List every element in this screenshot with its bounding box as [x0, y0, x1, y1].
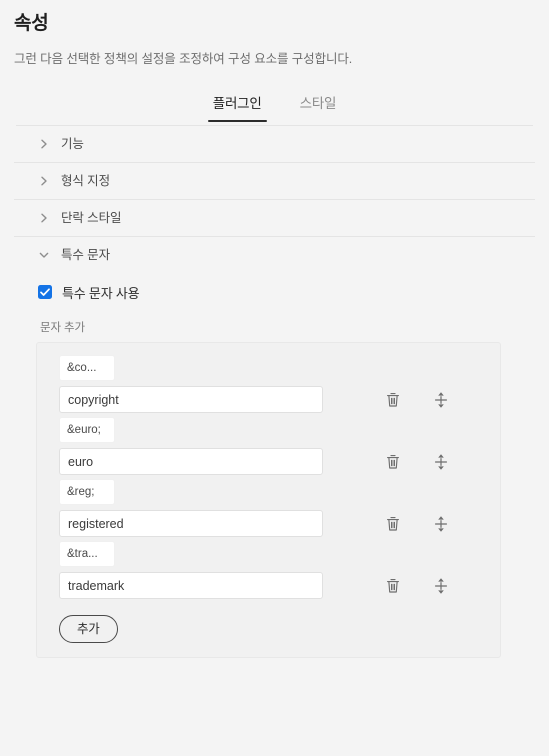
page-title: 속성 [14, 13, 49, 34]
properties-panel: 속성 그런 다음 선택한 정책의 설정을 조정하여 구성 요소를 구성합니다. … [0, 0, 549, 756]
drag-vertical-icon[interactable] [432, 576, 450, 596]
accordion-header-special-characters[interactable]: 특수 문자 [14, 237, 535, 273]
trash-icon[interactable] [384, 576, 402, 596]
drag-vertical-icon[interactable] [432, 390, 450, 410]
use-special-characters-label: 특수 문자 사용 [62, 285, 140, 301]
chevron-down-icon [38, 249, 50, 261]
character-name-input[interactable] [59, 386, 323, 413]
character-row [37, 479, 500, 541]
page-description: 그런 다음 선택한 정책의 설정을 조정하여 구성 요소를 구성합니다. [14, 52, 353, 66]
row-actions [384, 390, 450, 410]
entity-input[interactable] [59, 417, 115, 443]
checkbox-checked-icon[interactable] [38, 285, 52, 299]
special-characters-body: 특수 문자 사용 문자 추가 &co... copyright &euro; e… [14, 277, 535, 658]
tab-plugin-label: 플러그인 [212, 96, 262, 111]
chevron-right-icon [38, 212, 50, 224]
tab-divider [16, 125, 533, 126]
drag-vertical-icon[interactable] [432, 514, 450, 534]
accordion-item-special-characters: 특수 문자 특수 문자 사용 문자 추가 &co... copyright &e… [14, 237, 535, 658]
accordion-item-formatting: 형식 지정 [14, 163, 535, 200]
character-name-input[interactable] [59, 572, 323, 599]
character-row [37, 541, 500, 603]
row-actions [384, 576, 450, 596]
accordion-item-paragraph-style: 단락 스타일 [14, 200, 535, 237]
tab-style-label: 스타일 [299, 96, 337, 111]
entity-input[interactable] [59, 355, 115, 381]
tab-list: 플러그인 스타일 [14, 92, 535, 124]
accordion-label-formatting: 형식 지정 [61, 174, 110, 188]
tab-plugin[interactable]: 플러그인 [207, 92, 267, 122]
character-row [37, 417, 500, 479]
trash-icon[interactable] [384, 390, 402, 410]
entity-input[interactable] [59, 479, 115, 505]
accordion-label-special-characters: 특수 문자 [61, 248, 110, 262]
chevron-right-icon [38, 138, 50, 150]
character-name-row [59, 510, 500, 537]
use-special-characters-checkbox-row[interactable]: 특수 문자 사용 [14, 277, 535, 307]
character-row [37, 355, 500, 417]
character-name-input[interactable] [59, 448, 323, 475]
accordion-header-paragraph-style[interactable]: 단락 스타일 [14, 200, 535, 236]
drag-vertical-icon[interactable] [432, 452, 450, 472]
character-name-row [59, 386, 500, 413]
accordion: 기능 형식 지정 단락 스타일 특수 문자 특수 문자 사용 문자 추가 &co… [14, 126, 535, 658]
chevron-right-icon [38, 175, 50, 187]
add-character-button[interactable]: 추가 [59, 615, 118, 643]
row-actions [384, 514, 450, 534]
entity-input[interactable] [59, 541, 115, 567]
accordion-header-formatting[interactable]: 형식 지정 [14, 163, 535, 199]
tab-style[interactable]: 스타일 [298, 92, 339, 122]
characters-panel: 추가 [36, 342, 501, 658]
add-characters-label: 문자 추가 [40, 322, 86, 334]
accordion-label-features: 기능 [61, 137, 84, 151]
tab-bar: 플러그인 스타일 [14, 92, 535, 126]
character-name-row [59, 448, 500, 475]
character-name-input[interactable] [59, 510, 323, 537]
character-name-row [59, 572, 500, 599]
trash-icon[interactable] [384, 452, 402, 472]
row-actions [384, 452, 450, 472]
trash-icon[interactable] [384, 514, 402, 534]
accordion-item-features: 기능 [14, 126, 535, 163]
accordion-header-features[interactable]: 기능 [14, 126, 535, 162]
accordion-label-paragraph-style: 단락 스타일 [61, 211, 122, 225]
